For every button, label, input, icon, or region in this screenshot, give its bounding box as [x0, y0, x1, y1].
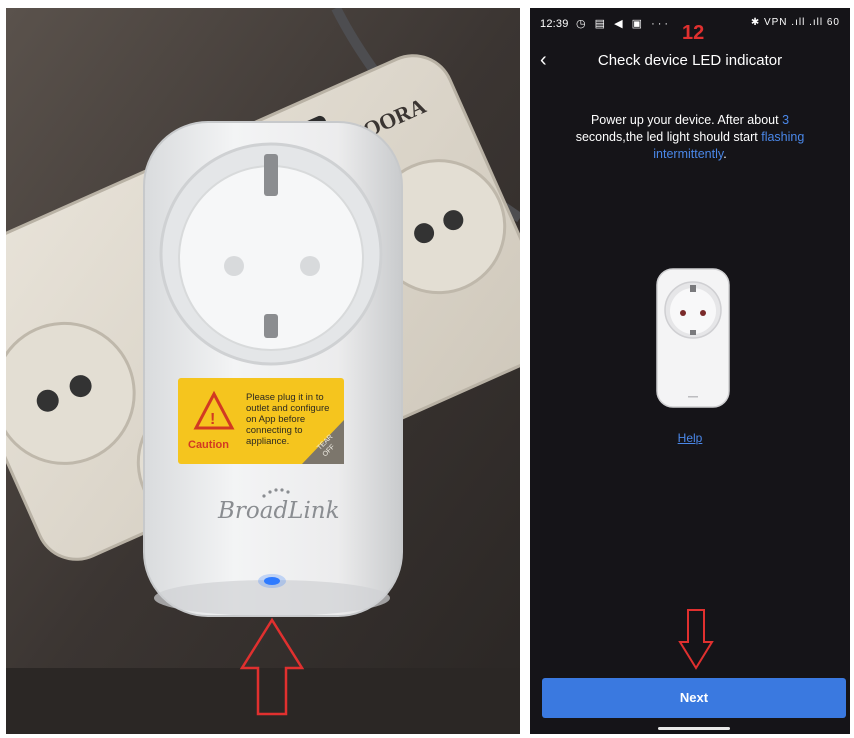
- caution-label: Caution: [188, 439, 229, 451]
- system-status-icons: ✱ VPN .ıll .ıll 60: [750, 17, 840, 28]
- page-title: Check device LED indicator: [597, 52, 783, 69]
- device-illustration: [656, 268, 730, 408]
- broadlink-plug: ! Caution Please plug it in to outlet an…: [143, 121, 403, 617]
- arrow-down-icon: [678, 609, 714, 670]
- home-indicator: [658, 727, 730, 730]
- instruction-text: Power up your device. After about 3 seco…: [560, 112, 820, 163]
- instruction-part: seconds,the led light should start: [575, 130, 762, 144]
- help-link[interactable]: Help: [530, 431, 850, 445]
- photo-drawing: O MOORA ! Caution Please plug it in to o…: [6, 8, 520, 734]
- notification-icons: ◷ ▤ ◀ ▣ ···: [576, 18, 672, 30]
- table-edge: [6, 668, 520, 734]
- svg-text:!: !: [210, 411, 215, 428]
- phone-screen: 12:39 ◷ ▤ ◀ ▣ ··· 12 ✱ VPN .ıll .ıll 60 …: [530, 8, 850, 734]
- ground-clip-bottom: [264, 314, 278, 338]
- sticker-line: connecting to: [246, 425, 303, 436]
- instruction-part: Power up your device. After about: [590, 113, 783, 127]
- sticker-line: on App before: [246, 414, 305, 425]
- sticker-line: appliance.: [246, 436, 289, 447]
- ground-clip-top: [264, 154, 278, 196]
- step-number: 12: [682, 22, 705, 44]
- smart-plug-photo: O MOORA ! Caution Please plug it in to o…: [6, 8, 520, 734]
- sticker-line: Please plug it in to: [246, 392, 324, 403]
- status-time: 12:39: [540, 18, 569, 30]
- broadlink-logo: BroadLink: [217, 498, 340, 524]
- instruction-highlight-seconds: 3: [782, 113, 790, 127]
- next-button[interactable]: Next: [542, 678, 846, 718]
- nav-bar: ‹ Check device LED indicator: [530, 46, 850, 76]
- status-bar: 12:39 ◷ ▤ ◀ ▣ ··· 12 ✱ VPN .ıll .ıll 60: [530, 8, 850, 44]
- sticker-line: outlet and configure: [246, 403, 329, 414]
- caution-sticker: ! Caution Please plug it in to outlet an…: [178, 378, 344, 464]
- instruction-part: .: [723, 147, 727, 161]
